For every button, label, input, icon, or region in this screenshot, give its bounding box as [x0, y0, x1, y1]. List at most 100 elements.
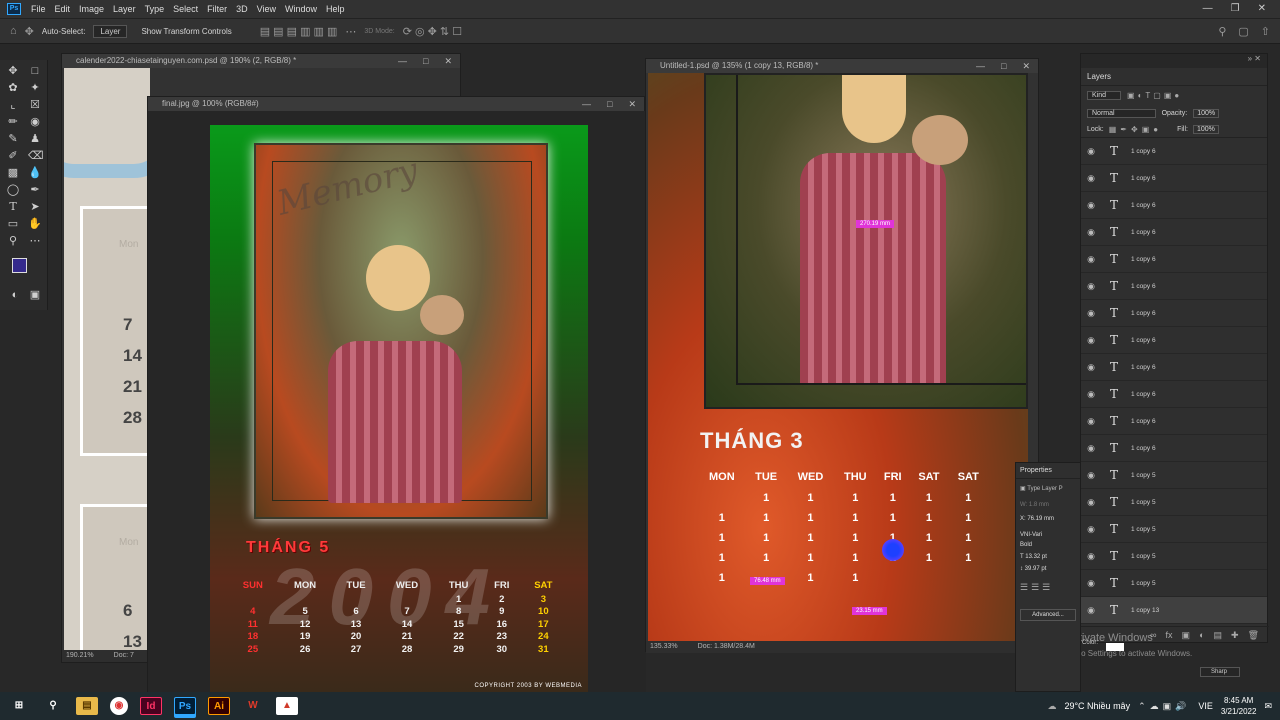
transform-controls-checkbox[interactable]: Show Transform Controls: [141, 27, 231, 36]
frame-tool-icon[interactable]: ☒: [28, 98, 42, 112]
indesign-icon[interactable]: Id: [140, 697, 162, 715]
search-icon[interactable]: ⚲: [42, 697, 64, 715]
stamp-tool-icon[interactable]: ♟: [28, 132, 42, 146]
filter-icons[interactable]: ▣◐T▢▣●: [1127, 91, 1182, 100]
layer-row[interactable]: ◉ T 1 copy 6: [1081, 435, 1267, 462]
menu-type[interactable]: Type: [145, 4, 165, 14]
home-icon[interactable]: ⌂: [10, 25, 17, 37]
visibility-eye-icon[interactable]: ◉: [1081, 551, 1101, 562]
minimize-icon[interactable]: —: [582, 97, 591, 111]
layer-row[interactable]: ◉ T 1 copy 6: [1081, 300, 1267, 327]
visibility-eye-icon[interactable]: ◉: [1081, 173, 1101, 184]
visibility-eye-icon[interactable]: ◉: [1081, 578, 1101, 589]
visibility-eye-icon[interactable]: ◉: [1081, 416, 1101, 427]
fill-field[interactable]: 100%: [1192, 125, 1219, 134]
path-select-icon[interactable]: ➤: [28, 200, 42, 214]
menu-3d[interactable]: 3D: [236, 4, 248, 14]
fx-icon[interactable]: fx: [1166, 627, 1173, 642]
doc3-zoom[interactable]: 135.33%: [650, 641, 678, 653]
visibility-eye-icon[interactable]: ◉: [1081, 497, 1101, 508]
eraser-tool-icon[interactable]: ⌫: [28, 149, 44, 163]
menu-select[interactable]: Select: [173, 4, 198, 14]
layer-row[interactable]: ◉ T 1 copy 5: [1081, 543, 1267, 570]
minimize-icon[interactable]: —: [976, 59, 985, 73]
close-icon[interactable]: ✕: [628, 97, 636, 111]
gradient-tool-icon[interactable]: ▩: [6, 166, 20, 180]
visibility-eye-icon[interactable]: ◉: [1081, 308, 1101, 319]
wps-writer-icon[interactable]: W: [242, 697, 264, 715]
menu-edit[interactable]: Edit: [55, 4, 71, 14]
font-style-field[interactable]: Bold: [1016, 540, 1080, 550]
workspace-icon[interactable]: ▢: [1238, 25, 1248, 38]
visibility-eye-icon[interactable]: ◉: [1081, 524, 1101, 535]
magic-wand-icon[interactable]: ✦: [28, 81, 42, 95]
menu-filter[interactable]: Filter: [207, 4, 227, 14]
restore-icon[interactable]: □: [423, 54, 428, 68]
adjustment-icon[interactable]: ◐: [1199, 627, 1204, 642]
language-indicator[interactable]: VIE: [1198, 701, 1213, 711]
menu-file[interactable]: File: [31, 4, 46, 14]
mask-icon[interactable]: ▣: [1182, 627, 1191, 642]
type-tool-icon[interactable]: T: [6, 200, 20, 214]
visibility-eye-icon[interactable]: ◉: [1081, 362, 1101, 373]
marquee-tool-icon[interactable]: □: [28, 64, 42, 78]
crop-tool-icon[interactable]: ⌞: [6, 98, 20, 112]
layer-row[interactable]: ◉ T 1 copy 6: [1081, 219, 1267, 246]
visibility-eye-icon[interactable]: ◉: [1081, 254, 1101, 265]
close-icon[interactable]: ✕: [1258, 3, 1266, 14]
doc1-zoom[interactable]: 190.21%: [66, 650, 94, 662]
menu-layer[interactable]: Layer: [113, 4, 136, 14]
visibility-eye-icon[interactable]: ◉: [1081, 470, 1101, 481]
layer-row[interactable]: ◉ T 1 copy 6: [1081, 354, 1267, 381]
layer-row[interactable]: ◉ T 1 copy 5: [1081, 570, 1267, 597]
menu-image[interactable]: Image: [79, 4, 104, 14]
opacity-field[interactable]: 100%: [1193, 108, 1220, 118]
windows-start-icon[interactable]: ⊞: [8, 697, 30, 715]
weather-text[interactable]: 29°C Nhiều mây: [1064, 701, 1130, 711]
visibility-eye-icon[interactable]: ◉: [1081, 146, 1101, 157]
restore-icon[interactable]: ❐: [1231, 3, 1240, 14]
layer-row[interactable]: ◉ T 1 copy 6: [1081, 273, 1267, 300]
layer-row[interactable]: ◉ T 1 copy 6: [1081, 246, 1267, 273]
layer-row[interactable]: ◉ T 1 copy 6: [1081, 327, 1267, 354]
doc1-canvas[interactable]: Mon 7 14 21 28 Mon 6 13: [64, 68, 150, 652]
restore-icon[interactable]: □: [1001, 59, 1006, 73]
align-icons[interactable]: ▤ ▤ ▤ ▥ ▥ ▥: [260, 25, 338, 38]
leading-field[interactable]: ↕ 39.97 pt: [1016, 564, 1080, 574]
doc2-canvas[interactable]: Memory THÁNG 5 2004 SUN MON TUE WED THU …: [210, 125, 588, 693]
search-icon[interactable]: ⚲: [1218, 25, 1226, 38]
layer-row[interactable]: ◉ T 1 copy 5: [1081, 462, 1267, 489]
font-size-field[interactable]: T 13.32 pt: [1016, 550, 1080, 564]
align-text-icons[interactable]: ☰☰☰: [1016, 574, 1080, 595]
x-value[interactable]: 76.19 mm: [1027, 516, 1054, 522]
shape-tool-icon[interactable]: ▭: [6, 217, 20, 231]
zoom-tool-icon[interactable]: ⚲: [6, 234, 20, 248]
doc2-titlebar[interactable]: final.jpg @ 100% (RGB/8#) — □ ✕: [148, 97, 644, 111]
dodge-tool-icon[interactable]: ◯: [6, 183, 20, 197]
new-layer-icon[interactable]: ✚: [1231, 627, 1239, 642]
lasso-tool-icon[interactable]: ✿: [6, 81, 20, 95]
layer-row[interactable]: ◉ T 1 copy 5: [1081, 489, 1267, 516]
delete-layer-icon[interactable]: 🗑: [1248, 627, 1259, 642]
group-icon[interactable]: ▤: [1214, 627, 1223, 642]
auto-select-label[interactable]: Auto-Select:: [42, 27, 86, 36]
tray-icons[interactable]: ⌃☁▣🔊: [1138, 701, 1190, 712]
doc1-titlebar[interactable]: calender2022-chiasetainguyen.com.psd @ 1…: [62, 54, 460, 68]
eyedropper-icon[interactable]: ✏: [6, 115, 20, 129]
close-icon[interactable]: ✕: [444, 54, 452, 68]
close-icon[interactable]: ✕: [1022, 59, 1030, 73]
menu-help[interactable]: Help: [326, 4, 345, 14]
kind-filter[interactable]: Kind: [1087, 90, 1122, 100]
doc3-titlebar[interactable]: Untitled-1.psd @ 135% (1 copy 13, RGB/8)…: [646, 59, 1038, 73]
move-tool-icon[interactable]: ✥: [25, 25, 34, 38]
antialias-dropdown[interactable]: Sharp: [1200, 667, 1241, 677]
w-value[interactable]: 1.8 mm: [1029, 502, 1049, 508]
pen-tool-icon[interactable]: ✒: [28, 183, 42, 197]
more-icon[interactable]: ⋯: [345, 25, 356, 38]
minimize-icon[interactable]: —: [1203, 3, 1213, 14]
more-tools-icon[interactable]: ⋯: [28, 234, 42, 248]
hand-tool-icon[interactable]: ✋: [28, 217, 42, 231]
properties-tab[interactable]: Properties: [1016, 463, 1080, 479]
blend-mode-dropdown[interactable]: Normal: [1087, 108, 1156, 118]
share-icon[interactable]: ⇧: [1261, 25, 1270, 38]
